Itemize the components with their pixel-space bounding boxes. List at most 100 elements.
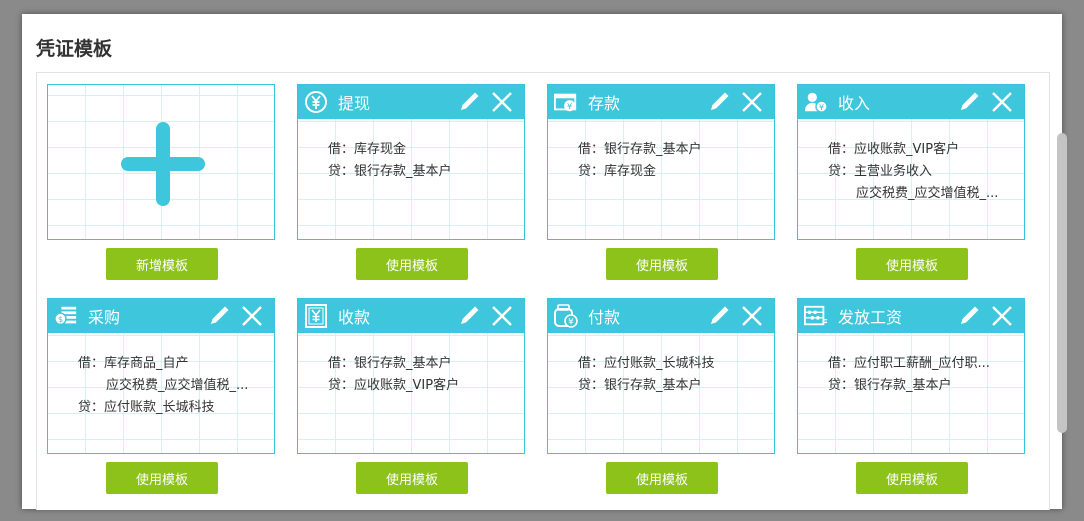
close-icon[interactable] <box>990 90 1014 114</box>
entry-direction: 贷： <box>828 164 855 179</box>
template-name: 发放工资 <box>838 308 903 327</box>
entry-line: 贷：库存现金 <box>578 161 774 183</box>
pencil-icon[interactable] <box>708 91 730 113</box>
svg-text:¥: ¥ <box>567 101 572 111</box>
pencil-icon[interactable] <box>458 305 480 327</box>
entry-direction: 贷： <box>328 164 355 179</box>
entry-account: 银行存款_基本户 <box>354 356 452 371</box>
payment-icon: ¥ <box>554 304 578 328</box>
template-name: 采购 <box>88 308 121 327</box>
entry-direction: 贷： <box>828 378 855 393</box>
entry-direction: 借： <box>78 356 105 371</box>
template-card: ¥ 付款 借：应付账款_长城科技 贷：银行存款_基本户 <box>547 298 775 454</box>
pencil-icon[interactable] <box>958 305 980 327</box>
template-card-header: ¥ 付款 <box>548 299 774 333</box>
pencil-icon[interactable] <box>208 305 230 327</box>
entry-direction: 贷： <box>578 378 605 393</box>
template-card-header: 收款 <box>298 299 524 333</box>
use-template-button[interactable]: 使用模板 <box>106 462 218 494</box>
abacus-icon <box>804 304 828 328</box>
entry-direction: 借： <box>328 356 355 371</box>
close-icon[interactable] <box>990 304 1014 328</box>
plus-icon <box>121 122 205 206</box>
template-card: 发放工资 借：应付职工薪酬_应付职... 贷：银行存款_基本户 <box>797 298 1025 454</box>
add-template-button[interactable]: 新增模板 <box>106 248 218 280</box>
pencil-icon[interactable] <box>958 91 980 113</box>
close-icon[interactable] <box>740 304 764 328</box>
template-card: 收款 借：银行存款_基本户 贷：应收账款_VIP客户 <box>297 298 525 454</box>
close-icon[interactable] <box>490 90 514 114</box>
template-card-header: ¥ 收入 <box>798 85 1024 119</box>
use-template-button[interactable]: 使用模板 <box>856 248 968 280</box>
template-name: 付款 <box>588 308 621 327</box>
pencil-icon[interactable] <box>458 91 480 113</box>
entry-account: 应付账款_长城科技 <box>604 356 715 371</box>
entry-line: 借：应付账款_长城科技 <box>578 353 774 375</box>
use-template-button[interactable]: 使用模板 <box>856 462 968 494</box>
entry-line: 贷：应付账款_长城科技 <box>78 397 274 419</box>
entry-account: 银行存款_基本户 <box>604 378 702 393</box>
template-entries: 借：库存商品_自产 应交税费_应交增值税_... 贷：应付账款_长城科技 <box>48 333 274 419</box>
new-template-card[interactable] <box>47 84 275 240</box>
entry-line: 借：应付职工薪酬_应付职... <box>828 353 1024 375</box>
entry-line: 贷：主营业务收入 <box>828 161 1024 183</box>
vertical-scrollbar[interactable] <box>1057 133 1067 433</box>
entry-line: 借：库存现金 <box>328 139 524 161</box>
template-entries: 借：银行存款_基本户 贷：应收账款_VIP客户 <box>298 333 524 397</box>
svg-text:¥: ¥ <box>819 102 824 112</box>
template-card: ¥ 收入 借：应收账款_VIP客户 贷：主营业务收入 应交税费_应交增值税_... <box>797 84 1025 240</box>
template-card: ¥ 存款 借：银行存款_基本户 贷：库存现金 <box>547 84 775 240</box>
entry-account: 库存现金 <box>604 164 657 179</box>
template-name: 收款 <box>338 308 371 327</box>
yen-circle-icon <box>304 90 328 114</box>
template-entries: 借：应付账款_长城科技 贷：银行存款_基本户 <box>548 333 774 397</box>
template-card: $ 采购 借：库存商品_自产 应交税费_应交增值税_... 贷：应付账款_长城科技 <box>47 298 275 454</box>
entry-line: 贷：应收账款_VIP客户 <box>328 375 524 397</box>
entry-account: 银行存款_基本户 <box>604 142 702 157</box>
entry-line: 贷：银行存款_基本户 <box>828 375 1024 397</box>
use-template-button[interactable]: 使用模板 <box>356 248 468 280</box>
template-panel: 新增模板 提现 借：库存现金 贷：银行存款_基本户 使用模板 ¥ 存款 借：银行存款_基本户贷… <box>36 72 1067 510</box>
entry-direction: 借： <box>828 142 855 157</box>
template-name: 收入 <box>838 94 871 113</box>
plus-icon-bar <box>156 122 170 206</box>
entry-line: 贷：银行存款_基本户 <box>328 161 524 183</box>
entry-direction: 贷： <box>328 378 355 393</box>
entry-direction: 贷： <box>578 164 605 179</box>
close-icon[interactable] <box>240 304 264 328</box>
entry-line: 借：库存商品_自产 <box>78 353 274 375</box>
voucher-template-window: 凭证模板 新增模板 提现 借：库存现金 贷：银行存款_基本户 使用模板 ¥ 存款 借：银行存款… <box>22 14 1067 510</box>
income-user-icon: ¥ <box>804 90 828 114</box>
entry-line: 借：银行存款_基本户 <box>578 139 774 161</box>
close-icon[interactable] <box>490 304 514 328</box>
template-card-header: ¥ 存款 <box>548 85 774 119</box>
use-template-button[interactable]: 使用模板 <box>356 462 468 494</box>
template-name: 存款 <box>588 94 621 113</box>
use-template-button[interactable]: 使用模板 <box>606 462 718 494</box>
entry-direction: 借： <box>328 142 355 157</box>
close-icon[interactable] <box>740 90 764 114</box>
entry-line: 借：银行存款_基本户 <box>328 353 524 375</box>
use-template-button[interactable]: 使用模板 <box>606 248 718 280</box>
template-card-header: 提现 <box>298 85 524 119</box>
receipt-icon <box>304 304 328 328</box>
template-name: 提现 <box>338 94 371 113</box>
pencil-icon[interactable] <box>708 305 730 327</box>
entry-account: 银行存款_基本户 <box>854 378 952 393</box>
template-card-header: 发放工资 <box>798 299 1024 333</box>
entry-account: 库存现金 <box>354 142 407 157</box>
entry-line: 借：应收账款_VIP客户 <box>828 139 1024 161</box>
entry-account: 应收账款_VIP客户 <box>354 378 460 393</box>
entry-account: 应付职工薪酬_应付职... <box>854 356 990 371</box>
entry-account: 主营业务收入 <box>854 164 933 179</box>
entry-account: 应收账款_VIP客户 <box>854 142 960 157</box>
deposit-icon: ¥ <box>554 90 578 114</box>
entry-line: 应交税费_应交增值税_... <box>78 375 274 397</box>
entry-line: 贷：银行存款_基本户 <box>578 375 774 397</box>
entry-direction: 借： <box>578 356 605 371</box>
entry-account: 应付账款_长城科技 <box>104 400 215 415</box>
template-entries: 借：银行存款_基本户 贷：库存现金 <box>548 119 774 183</box>
entry-direction: 借： <box>828 356 855 371</box>
template-entries: 借：应收账款_VIP客户 贷：主营业务收入 应交税费_应交增值税_... <box>798 119 1024 205</box>
template-entries: 借：库存现金 贷：银行存款_基本户 <box>298 119 524 183</box>
